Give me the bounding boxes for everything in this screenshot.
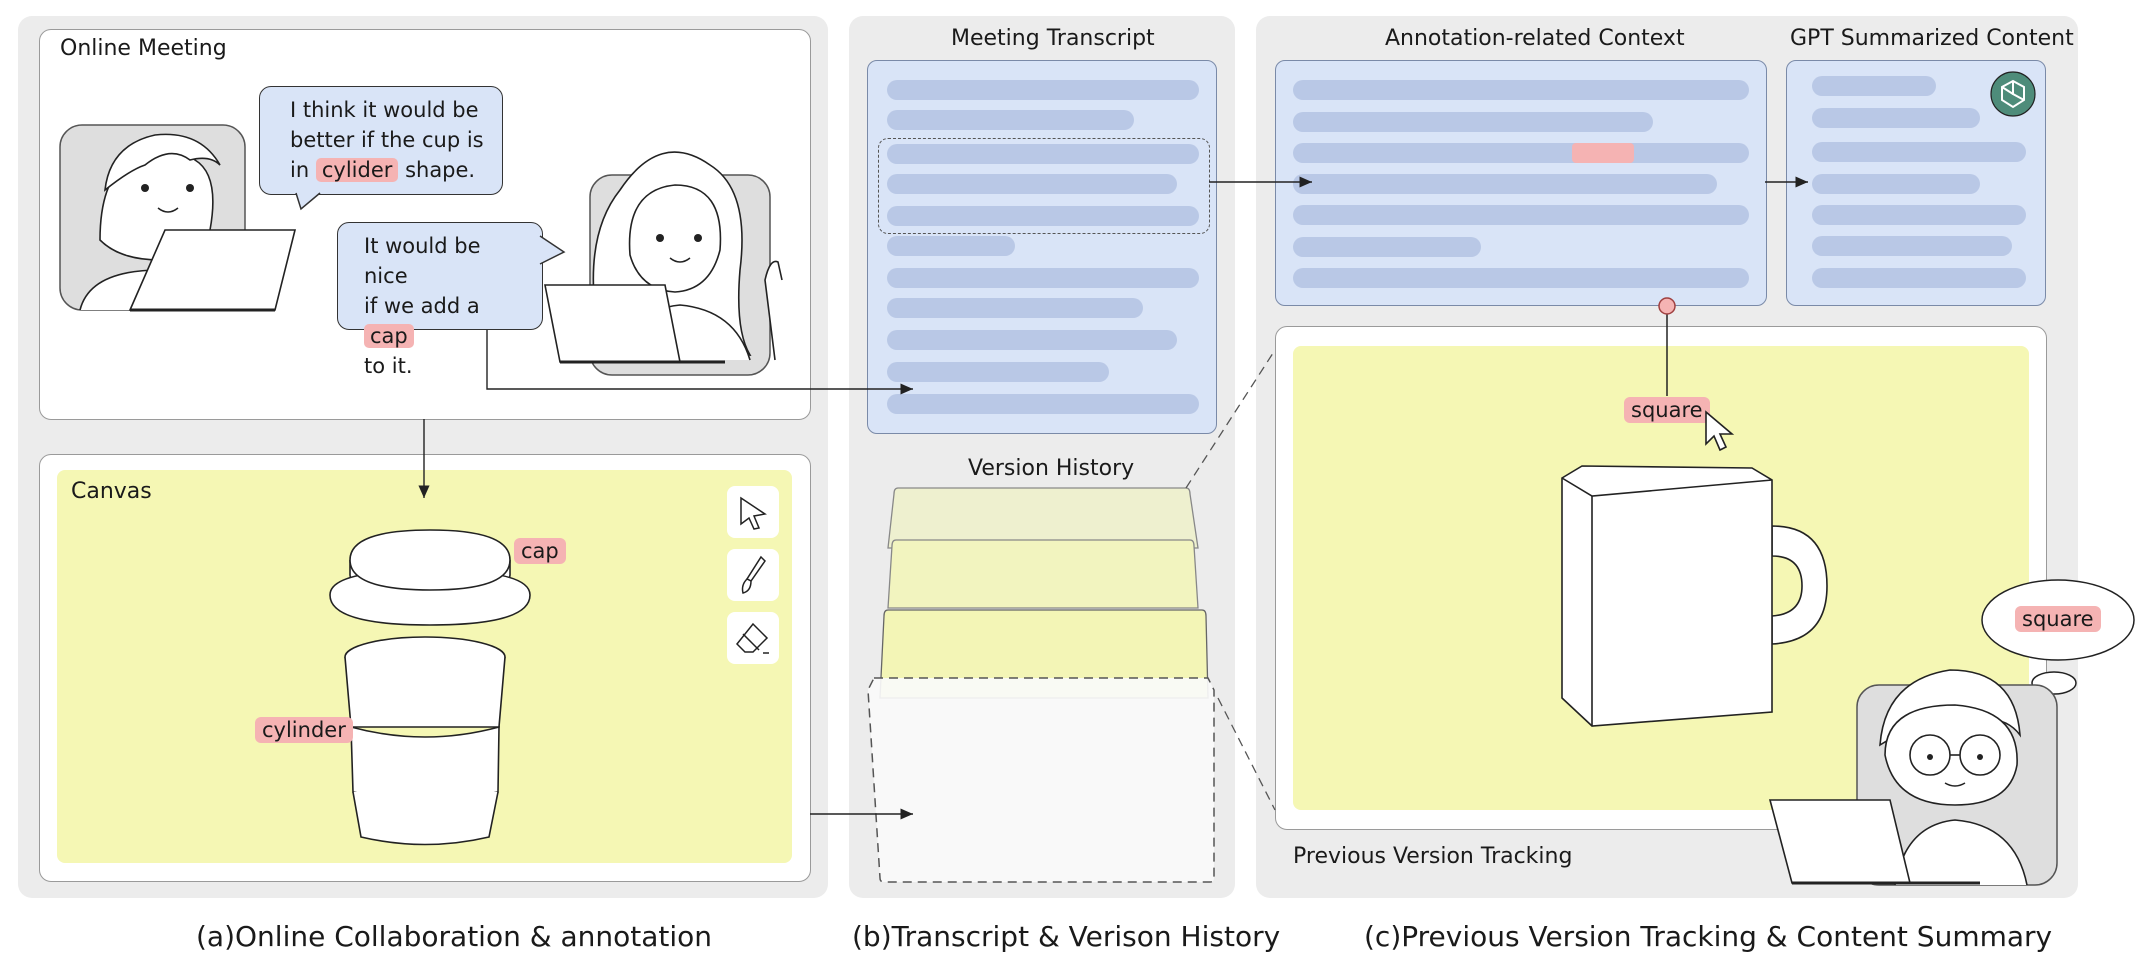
caption-a: (a)Online Collaboration & annotation: [196, 920, 713, 953]
bubble2-highlight: cap: [364, 324, 414, 348]
online-meeting-title: Online Meeting: [60, 36, 227, 61]
bubble1-tail: [295, 192, 321, 211]
cylinder-cup-sketch: [344, 636, 506, 846]
speech-bubble-cylinder: I think it would be better if the cup is…: [259, 86, 503, 195]
bubble1-highlight: cylider: [315, 158, 399, 182]
tag-cylinder: cylinder: [255, 717, 353, 743]
bubble1-post: shape.: [405, 158, 476, 182]
brush-tool-button[interactable]: [727, 549, 779, 601]
bubble1-pre: in: [290, 158, 310, 182]
bubble2-pre: if we add a: [364, 294, 480, 318]
tag-square: square: [1624, 397, 1710, 423]
context-title: Annotation-related Context: [1385, 26, 1685, 51]
bubble1-line2: better if the cup is: [290, 128, 484, 152]
canvas-title: Canvas: [71, 479, 152, 504]
gpt-title: GPT Summarized Content: [1790, 26, 2074, 51]
cap-sketch: [329, 529, 531, 626]
eraser-tool-button[interactable]: [727, 612, 779, 664]
cursor-icon: [1705, 410, 1735, 452]
pointer-icon: [740, 496, 767, 530]
tracking-title: Previous Version Tracking: [1293, 844, 1573, 869]
transcript-selection: [878, 138, 1210, 234]
female-laptop-illustration: [544, 284, 725, 364]
brush-icon: [741, 555, 766, 594]
bubble2-line3: to it.: [364, 354, 413, 378]
male-laptop-illustration: [128, 229, 297, 312]
square-mug-sketch: [1561, 465, 1828, 727]
version-history-stack: [867, 487, 1215, 883]
version-history-title: Version History: [968, 456, 1135, 481]
thought-tag-square: square: [2015, 606, 2101, 632]
caption-c: (c)Previous Version Tracking & Content S…: [1364, 920, 2053, 953]
gpt-logo-icon: [1990, 71, 2036, 117]
eraser-icon: [735, 622, 769, 654]
annotation-pin: [1658, 297, 1676, 396]
transcript-title: Meeting Transcript: [951, 26, 1155, 51]
bubble2-line1: It would be nice: [364, 234, 481, 288]
speech-bubble-cap: It would be nice if we add a cap to it.: [337, 222, 543, 378]
caption-b: (b)Transcript & Verison History: [852, 920, 1281, 953]
bubble1-line1: I think it would be: [290, 98, 479, 122]
glasses-laptop-illustration: [1768, 799, 1980, 885]
tag-cap: cap: [514, 538, 566, 564]
pointer-tool-button[interactable]: [727, 486, 779, 538]
